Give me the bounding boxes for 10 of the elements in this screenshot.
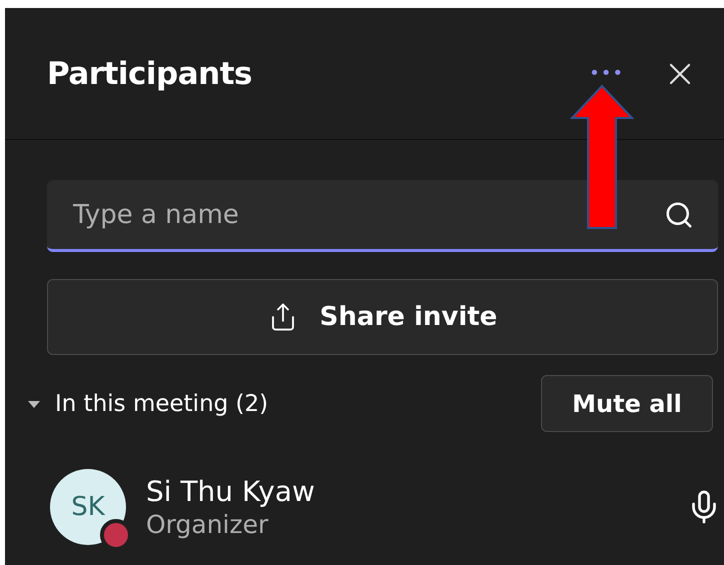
participant-name: Si Thu Kyaw (146, 475, 316, 508)
share-invite-button[interactable]: Share invite (47, 279, 718, 355)
more-options-button[interactable]: ••• (585, 63, 628, 84)
search-icon (664, 200, 694, 230)
caret-icon (27, 398, 41, 408)
search-field[interactable]: Type a name (47, 180, 718, 252)
mute-all-button[interactable]: Mute all (541, 375, 713, 432)
section-toggle[interactable]: In this meeting (2) (17, 390, 541, 416)
panel-title: Participants (47, 56, 253, 92)
participant-role: Organizer (146, 510, 270, 539)
